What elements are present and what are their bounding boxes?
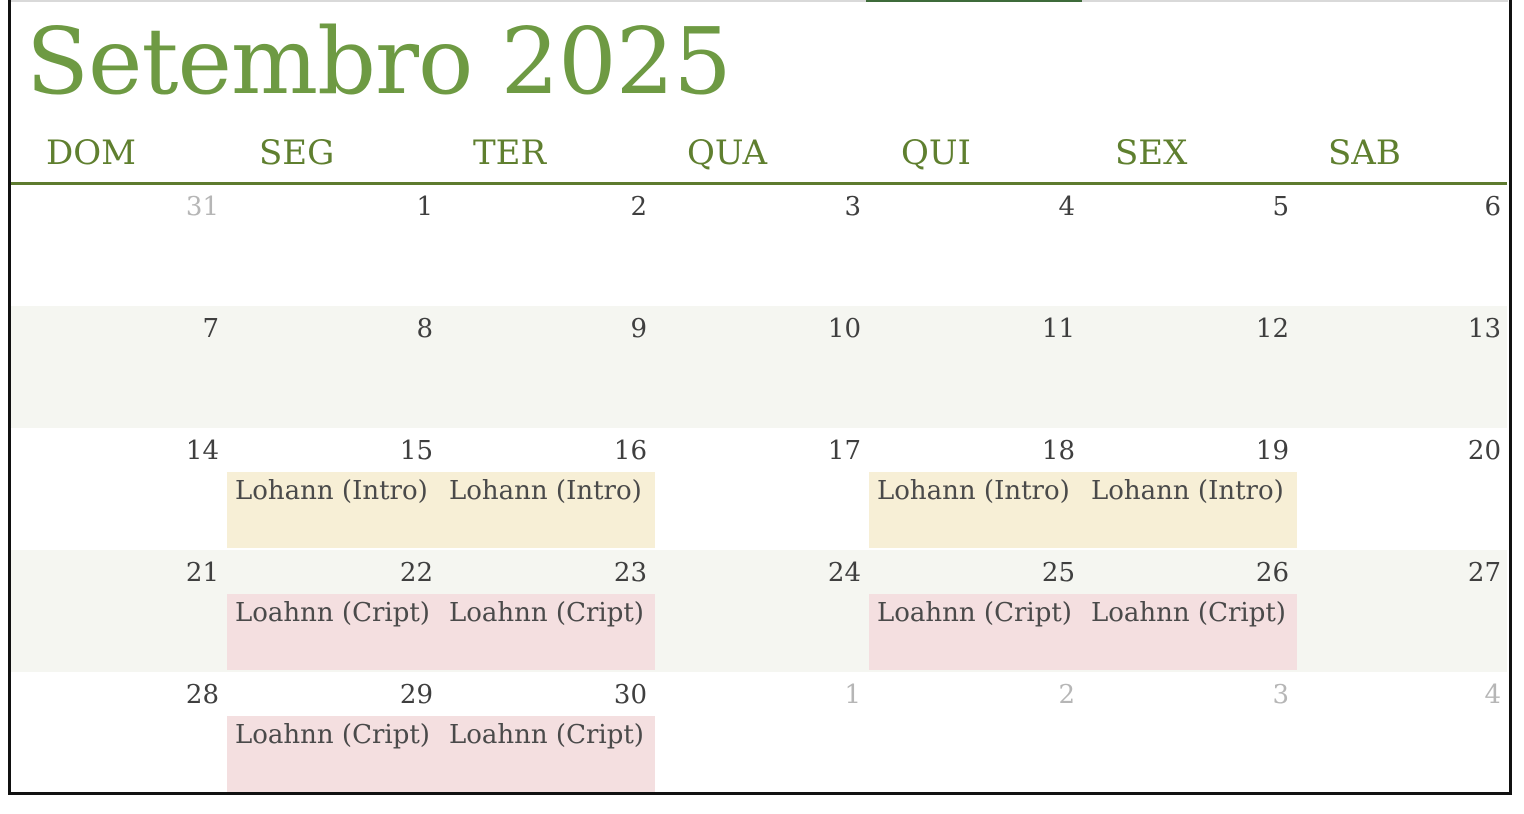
- day-cell[interactable]: 22 Loahnn (Cript): [225, 550, 441, 672]
- day-cell[interactable]: 10: [653, 306, 867, 428]
- weekday-sex: SEX: [1115, 133, 1188, 173]
- day-number: 11: [1041, 314, 1075, 344]
- day-number: 26: [1255, 558, 1289, 588]
- day-number: 29: [399, 680, 433, 710]
- day-number: 13: [1467, 314, 1501, 344]
- day-number: 3: [844, 192, 861, 222]
- day-cell[interactable]: 18 Lohann (Intro): [867, 428, 1083, 550]
- day-number: 18: [1041, 436, 1075, 466]
- day-cell[interactable]: 4: [1295, 672, 1507, 794]
- day-cell[interactable]: 1: [225, 184, 439, 306]
- day-number: 4: [1058, 192, 1075, 222]
- day-cell[interactable]: 27: [1295, 550, 1507, 672]
- weekday-sab: SAB: [1328, 133, 1401, 173]
- weekday-qui: QUI: [901, 133, 971, 173]
- week-row: 28 29 Loahnn (Cript) 30 Loahnn (Cript) 1 2 3 4: [11, 672, 1507, 794]
- day-cell[interactable]: 20: [1295, 428, 1507, 550]
- day-number: 31: [185, 192, 219, 222]
- day-cell[interactable]: 4: [867, 184, 1081, 306]
- week-row: 31 1 2 3 4 5 6: [11, 184, 1507, 306]
- day-number: 15: [399, 436, 433, 466]
- day-cell[interactable]: 9: [439, 306, 653, 428]
- day-number: 7: [202, 314, 219, 344]
- weekday-qua: QUA: [687, 133, 768, 173]
- weekday-dom: DOM: [46, 133, 136, 173]
- day-number: 28: [185, 680, 219, 710]
- day-number: 12: [1255, 314, 1289, 344]
- day-cell[interactable]: 2: [867, 672, 1081, 794]
- day-number: 16: [613, 436, 647, 466]
- calendar-event[interactable]: Loahnn (Cript): [441, 716, 655, 792]
- day-cell[interactable]: 29 Loahnn (Cript): [225, 672, 441, 794]
- day-number: 6: [1484, 192, 1501, 222]
- day-cell[interactable]: 28: [11, 672, 225, 794]
- day-cell[interactable]: 31: [11, 184, 225, 306]
- calendar-event[interactable]: Lohann (Intro): [227, 472, 441, 548]
- day-number: 21: [185, 558, 219, 588]
- calendar-event[interactable]: Lohann (Intro): [1083, 472, 1297, 548]
- day-number: 10: [827, 314, 861, 344]
- day-cell[interactable]: 12: [1081, 306, 1295, 428]
- day-number: 3: [1272, 680, 1289, 710]
- week-row: 7 8 9 10 11 12 13: [11, 306, 1507, 428]
- day-cell[interactable]: 21: [11, 550, 225, 672]
- day-number: 2: [630, 192, 647, 222]
- day-number: 14: [185, 436, 219, 466]
- day-cell[interactable]: 13: [1295, 306, 1507, 428]
- week-row: 21 22 Loahnn (Cript) 23 Loahnn (Cript) 24 25 Lo…: [11, 550, 1507, 672]
- day-cell[interactable]: 1: [653, 672, 867, 794]
- day-number: 20: [1467, 436, 1501, 466]
- day-cell[interactable]: 6: [1295, 184, 1507, 306]
- day-number: 24: [827, 558, 861, 588]
- day-number: 5: [1272, 192, 1289, 222]
- day-number: 4: [1484, 680, 1501, 710]
- day-number: 22: [399, 558, 433, 588]
- day-cell[interactable]: 23 Loahnn (Cript): [439, 550, 655, 672]
- day-cell[interactable]: 15 Lohann (Intro): [225, 428, 441, 550]
- day-number: 19: [1255, 436, 1289, 466]
- day-cell[interactable]: 14: [11, 428, 225, 550]
- day-cell[interactable]: 2: [439, 184, 653, 306]
- day-number: 30: [613, 680, 647, 710]
- day-number: 17: [827, 436, 861, 466]
- day-number: 1: [844, 680, 861, 710]
- calendar-event[interactable]: Lohann (Intro): [441, 472, 655, 548]
- week-row: 14 15 Lohann (Intro) 16 Lohann (Intro) 17 18 Lo…: [11, 428, 1507, 550]
- calendar-event[interactable]: Lohann (Intro): [869, 472, 1083, 548]
- calendar-event[interactable]: Loahnn (Cript): [227, 594, 441, 670]
- day-cell[interactable]: 17: [653, 428, 867, 550]
- day-cell[interactable]: 7: [11, 306, 225, 428]
- day-number: 23: [613, 558, 647, 588]
- day-cell[interactable]: 19 Lohann (Intro): [1081, 428, 1297, 550]
- calendar-event[interactable]: Loahnn (Cript): [1083, 594, 1297, 670]
- day-number: 1: [416, 192, 433, 222]
- day-number: 27: [1467, 558, 1501, 588]
- calendar-title: Setembro 2025: [26, 8, 732, 115]
- day-cell[interactable]: 11: [867, 306, 1081, 428]
- weekday-seg: SEG: [259, 133, 335, 173]
- day-number: 9: [630, 314, 647, 344]
- calendar-event[interactable]: Loahnn (Cript): [227, 716, 441, 792]
- day-cell[interactable]: 16 Lohann (Intro): [439, 428, 655, 550]
- day-number: 8: [416, 314, 433, 344]
- day-cell[interactable]: 24: [653, 550, 867, 672]
- day-cell[interactable]: 3: [653, 184, 867, 306]
- weekday-header-row: DOM SEG TER QUA QUI SEX SAB: [11, 130, 1507, 182]
- day-cell[interactable]: 5: [1081, 184, 1295, 306]
- weekday-ter: TER: [473, 133, 547, 173]
- day-number: 2: [1058, 680, 1075, 710]
- day-cell[interactable]: 26 Loahnn (Cript): [1081, 550, 1297, 672]
- day-number: 25: [1041, 558, 1075, 588]
- day-cell[interactable]: 30 Loahnn (Cript): [439, 672, 655, 794]
- day-cell[interactable]: 3: [1081, 672, 1295, 794]
- day-cell[interactable]: 25 Loahnn (Cript): [867, 550, 1083, 672]
- calendar-event[interactable]: Loahnn (Cript): [441, 594, 655, 670]
- day-cell[interactable]: 8: [225, 306, 439, 428]
- calendar-event[interactable]: Loahnn (Cript): [869, 594, 1083, 670]
